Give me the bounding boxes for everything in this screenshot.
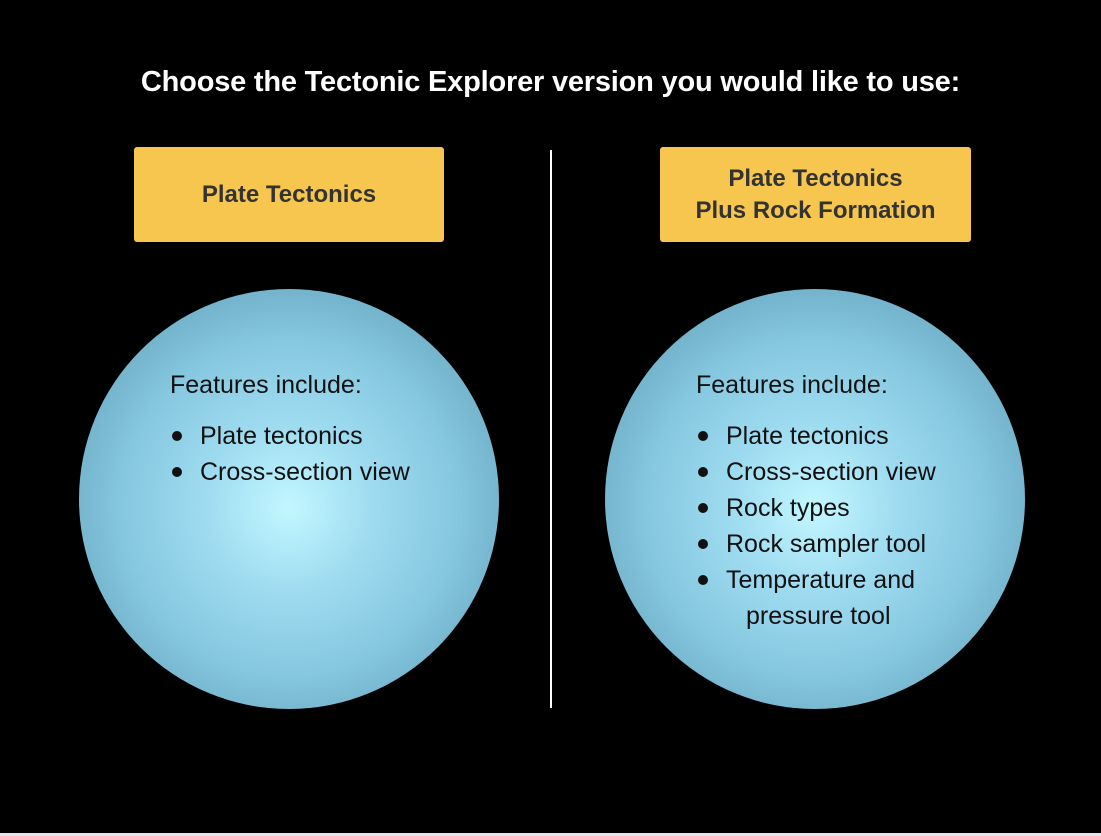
plate-tectonics-features: Features include: Plate tectonics Cross-… (170, 367, 410, 490)
features-title: Features include: (696, 371, 888, 399)
version-chooser-page: Choose the Tectonic Explorer version you… (0, 0, 1101, 836)
plate-tectonics-plus-rock-formation-button[interactable]: Plate Tectonics Plus Rock Formation (660, 147, 971, 242)
feature-label-continuation: pressure tool (746, 602, 891, 630)
features-title: Features include: (170, 371, 362, 399)
feature-label: Rock sampler tool (726, 530, 927, 558)
feature-list: Plate tectonics Cross-section view Rock … (696, 418, 936, 634)
feature-item: Cross-section view (696, 454, 936, 490)
feature-label: Plate tectonics (726, 422, 889, 450)
bullet-icon (698, 539, 708, 549)
feature-item: Cross-section view (170, 454, 410, 490)
feature-item: Plate tectonics (696, 418, 936, 454)
feature-item: Rock sampler tool (696, 526, 936, 562)
feature-label: Cross-section view (200, 458, 410, 486)
feature-list: Plate tectonics Cross-section view (170, 418, 410, 490)
button-label-line-1: Plate Tectonics (728, 164, 903, 192)
bullet-icon (698, 503, 708, 513)
feature-item: Rock types (696, 490, 936, 526)
bullet-icon (172, 431, 182, 441)
feature-label: Rock types (726, 494, 850, 522)
plate-tectonics-globe (79, 289, 499, 709)
button-label: Plate Tectonics (201, 180, 377, 208)
feature-label: Plate tectonics (200, 422, 363, 450)
rock-formation-features: Features include: Plate tectonics Cross-… (696, 367, 936, 634)
bullet-icon (172, 467, 182, 477)
page-title: Choose the Tectonic Explorer version you… (140, 66, 961, 98)
bullet-icon (698, 431, 708, 441)
feature-item: Plate tectonics (170, 418, 410, 454)
plate-tectonics-button[interactable]: Plate Tectonics (134, 147, 444, 242)
bullet-icon (698, 467, 708, 477)
feature-label: Temperature and (726, 566, 916, 594)
feature-item: Temperature and pressure tool (696, 562, 936, 634)
column-divider (550, 150, 552, 708)
bullet-icon (698, 575, 708, 585)
feature-label: Cross-section view (726, 458, 936, 486)
button-label-line-2: Plus Rock Formation (695, 196, 936, 224)
